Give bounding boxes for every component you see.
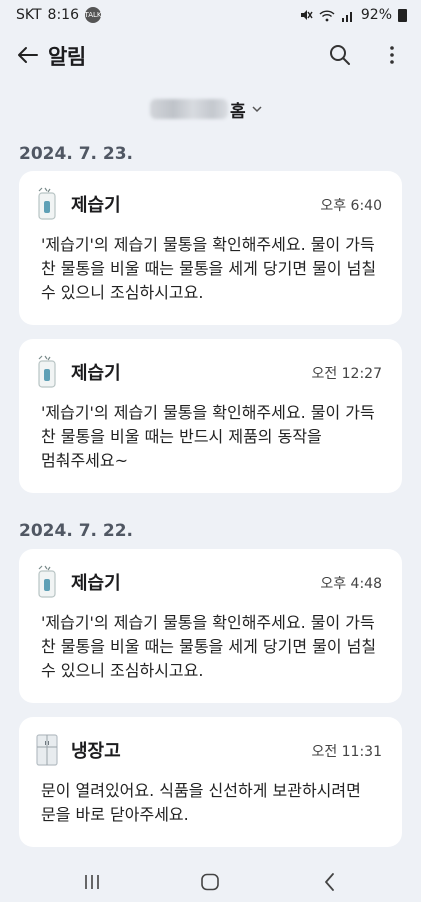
notification-time: 오후 4:48 — [320, 576, 382, 592]
notification-message: '제습기'의 제습기 물통을 확인해주세요. 물이 가득 찬 물통을 비울 때는… — [41, 235, 377, 302]
status-time: 8:16 — [47, 7, 79, 23]
notification-card[interactable]: 제습기 오전 12:27 '제습기'의 제습기 물통을 확인해주세요. 물이 가… — [19, 339, 402, 493]
status-bar: SKT 8:16 TALK 92% — [0, 0, 421, 30]
search-icon[interactable] — [328, 43, 352, 67]
talk-notification-icon: TALK — [85, 7, 102, 23]
refrigerator-icon — [36, 734, 58, 766]
card-header: 제습기 오후 4:48 — [35, 563, 382, 599]
carrier-label: SKT — [16, 7, 42, 23]
signal-icon — [341, 11, 352, 22]
device-name: 제습기 — [71, 573, 121, 594]
back-arrow-icon[interactable] — [16, 43, 40, 67]
notification-message: '제습기'의 제습기 물통을 확인해주세요. 물이 가득 찬 물통을 비울 때는… — [41, 613, 377, 680]
notification-time: 오후 6:40 — [320, 198, 382, 214]
mute-icon — [300, 10, 313, 20]
device-name: 제습기 — [71, 363, 121, 384]
wifi-icon — [319, 9, 335, 21]
system-nav-bar — [0, 860, 421, 902]
notification-card[interactable]: 제습기 오후 4:48 '제습기'의 제습기 물통을 확인해주세요. 물이 가득… — [19, 549, 402, 703]
battery-icon — [398, 8, 407, 22]
recent-apps-icon[interactable] — [82, 873, 102, 891]
nav-back-icon[interactable] — [322, 872, 338, 892]
home-selector[interactable]: 홈 — [150, 96, 264, 122]
battery-percent: 92% — [360, 7, 392, 23]
notification-card[interactable]: 제습기 오후 6:40 '제습기'의 제습기 물통을 확인해주세요. 물이 가득… — [19, 171, 402, 325]
notification-message: 문이 열려있어요. 식품을 신선하게 보관하시려면 문을 바로 닫아주세요. — [41, 781, 361, 824]
notification-time: 오전 12:27 — [311, 366, 382, 382]
dehumidifier-icon — [38, 355, 56, 388]
notification-message: '제습기'의 제습기 물통을 확인해주세요. 물이 가득 찬 물통을 비울 때는… — [41, 403, 375, 470]
device-name: 냉장고 — [71, 741, 121, 762]
notification-time: 오전 11:31 — [311, 744, 382, 760]
card-header: 제습기 오후 6:40 — [35, 185, 382, 221]
card-header: 냉장고 오전 11:31 — [35, 731, 382, 767]
more-options-icon[interactable] — [380, 43, 404, 67]
chevron-down-icon — [252, 106, 262, 113]
home-name-redacted — [150, 99, 228, 119]
status-left: SKT 8:16 TALK — [16, 7, 102, 23]
card-header: 제습기 오전 12:27 — [35, 353, 382, 389]
page-title: 알림 — [48, 45, 86, 69]
date-header: 2024. 7. 23. — [19, 144, 134, 164]
dehumidifier-icon — [38, 187, 56, 220]
home-button-icon[interactable] — [200, 873, 220, 891]
app-bar: 알림 — [0, 34, 421, 76]
status-right: 92% — [299, 7, 407, 23]
home-label: 홈 — [230, 101, 246, 122]
device-name: 제습기 — [71, 195, 121, 216]
dehumidifier-icon — [38, 565, 56, 598]
date-header: 2024. 7. 22. — [19, 521, 134, 541]
notification-card[interactable]: 냉장고 오전 11:31 문이 열려있어요. 식품을 신선하게 보관하시려면 문… — [19, 717, 402, 847]
